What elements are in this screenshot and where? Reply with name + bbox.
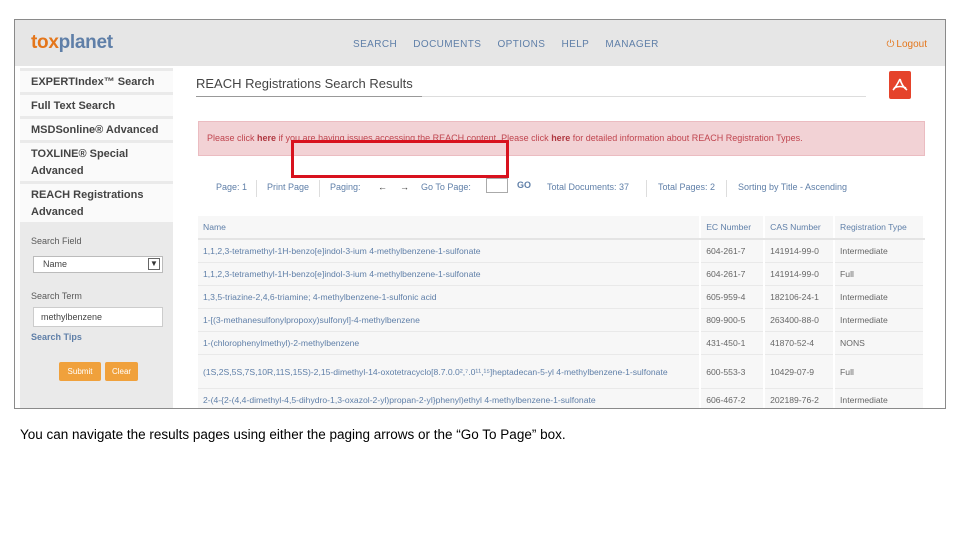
table-row: 1-(chlorophenylmethyl)-2-methylbenzene 4… [198,331,925,355]
page-title: REACH Registrations Search Results [196,76,413,91]
sort-indicator[interactable]: Sorting by Title - Ascending [738,182,847,192]
sidebar-item-reach[interactable]: REACH Registrations Advanced [20,184,173,224]
column-header-ec[interactable]: EC Number [700,216,766,240]
next-arrow-icon[interactable]: → [400,182,409,192]
nav-manager[interactable]: MANAGER [605,39,658,50]
table-row: 1,3,5-triazine-2,4,6-triamine; 4-methylb… [198,285,925,309]
registration-type: Intermediate [834,239,925,263]
clear-button[interactable]: Clear [105,362,138,381]
substance-name-link[interactable]: 1-[(3-methanesulfonylpropoxy)sulfonyl]-4… [198,308,702,332]
ec-number: 604-261-7 [700,262,766,286]
alert-link-1[interactable]: here [257,133,276,143]
ec-number: 809-900-5 [700,308,766,332]
registration-type: Intermediate [834,285,925,309]
divider [646,180,647,197]
pdf-icon[interactable] [889,71,911,99]
sidebar: EXPERTIndex™ Search Full Text Search MSD… [20,68,173,408]
print-page-link[interactable]: Print Page [267,182,309,192]
toxplanet-logo[interactable]: toxplanet [31,32,113,54]
table-row: 1,1,2,3-tetramethyl-1H-benzo[e]indol-3-i… [198,262,925,286]
title-underline [196,96,422,97]
ec-number: 431-450-1 [700,331,766,355]
search-field-label: Search Field [31,236,82,246]
logo-tox: tox [31,32,59,53]
cas-number: 263400-88-0 [764,308,836,332]
logout-button[interactable]: ⏻ Logout [886,39,927,50]
substance-name-link[interactable]: 1,3,5-triazine-2,4,6-triamine; 4-methylb… [198,285,702,309]
column-header-name[interactable]: Name [198,216,702,240]
search-term-input[interactable]: methylbenzene [33,307,163,327]
power-icon: ⏻ [886,39,895,50]
registration-type: Intermediate [834,308,925,332]
prev-arrow-icon[interactable]: ← [378,182,387,192]
table-row: 1-[(3-methanesulfonylpropoxy)sulfonyl]-4… [198,308,925,332]
logo-planet: planet [58,32,113,53]
go-button[interactable]: GO [517,180,531,190]
substance-name-link[interactable]: 1,1,2,3-tetramethyl-1H-benzo[e]indol-3-i… [198,239,702,263]
column-header-type[interactable]: Registration Type [834,216,925,240]
ec-number: 600-553-3 [700,354,766,389]
table-row: 1,1,2,3-tetramethyl-1H-benzo[e]indol-3-i… [198,239,925,263]
substance-name-link[interactable]: 1-(chlorophenylmethyl)-2-methylbenzene [198,331,702,355]
divider [319,180,320,197]
sidebar-item-full-text[interactable]: Full Text Search [20,95,173,118]
nav-search[interactable]: SEARCH [353,39,397,50]
cas-number: 202189-76-2 [764,388,836,408]
nav-help[interactable]: HELP [562,39,590,50]
submit-button[interactable]: Submit [59,362,101,381]
cas-number: 41870-52-4 [764,331,836,355]
ec-number: 604-261-7 [700,239,766,263]
alert-link-2[interactable]: here [551,133,570,143]
search-tips-link[interactable]: Search Tips [31,332,82,342]
cas-number: 10429-07-9 [764,354,836,389]
results-table: Name EC Number CAS Number Registration T… [198,216,925,408]
nav-options[interactable]: OPTIONS [498,39,546,50]
column-header-cas[interactable]: CAS Number [764,216,836,240]
go-to-page-input[interactable] [486,178,508,193]
divider [256,180,257,197]
search-term-label: Search Term [31,291,82,301]
registration-type: Full [834,354,925,389]
registration-type: NONS [834,331,925,355]
pagination-bar: Page: 1 Print Page Paging: ← → Go To Pag… [198,177,925,204]
main-nav: SEARCH DOCUMENTS OPTIONS HELP MANAGER [353,39,672,50]
registration-type: Full [834,262,925,286]
substance-name-link[interactable]: 2-(4-{2-(4,4-dimethyl-4,5-dihydro-1,3-ox… [198,388,702,408]
total-pages: Total Pages: 2 [658,182,716,192]
slide-caption: You can navigate the results pages using… [20,427,566,442]
paging-label: Paging: [330,182,361,192]
ec-number: 605-959-4 [700,285,766,309]
cas-number: 182106-24-1 [764,285,836,309]
nav-documents[interactable]: DOCUMENTS [413,39,481,50]
page-indicator: Page: 1 [216,182,248,192]
sidebar-item-toxline[interactable]: TOXLINE® Special Advanced [20,143,173,183]
logout-label: Logout [896,39,927,50]
ec-number: 606-467-2 [700,388,766,408]
cas-number: 141914-99-0 [764,239,836,263]
alert-text-1: Please click [207,133,258,143]
sidebar-item-expertindex[interactable]: EXPERTIndex™ Search [20,71,173,94]
search-field-value: Name [43,259,68,269]
screenshot-frame: toxplanet SEARCH DOCUMENTS OPTIONS HELP … [14,19,946,409]
top-bar: toxplanet SEARCH DOCUMENTS OPTIONS HELP … [15,20,945,66]
alert-text-3: for detailed information about REACH Reg… [570,133,803,143]
cas-number: 141914-99-0 [764,262,836,286]
search-field-select[interactable]: Name ▼ [33,256,163,273]
substance-name-link[interactable]: 1,1,2,3-tetramethyl-1H-benzo[e]indol-3-i… [198,262,702,286]
divider [726,180,727,197]
registration-type: Intermediate [834,388,925,408]
substance-name-link[interactable]: (1S,2S,5S,7S,10R,11S,15S)-2,15-dimethyl-… [198,354,702,389]
table-row: 2-(4-{2-(4,4-dimethyl-4,5-dihydro-1,3-ox… [198,388,925,408]
go-to-page-label: Go To Page: [421,182,471,192]
sidebar-item-msdsonline[interactable]: MSDSonline® Advanced [20,119,173,142]
total-documents: Total Documents: 37 [547,182,630,192]
paging-highlight-box [291,140,509,178]
chevron-down-icon: ▼ [148,258,160,270]
table-row: (1S,2S,5S,7S,10R,11S,15S)-2,15-dimethyl-… [198,354,925,389]
